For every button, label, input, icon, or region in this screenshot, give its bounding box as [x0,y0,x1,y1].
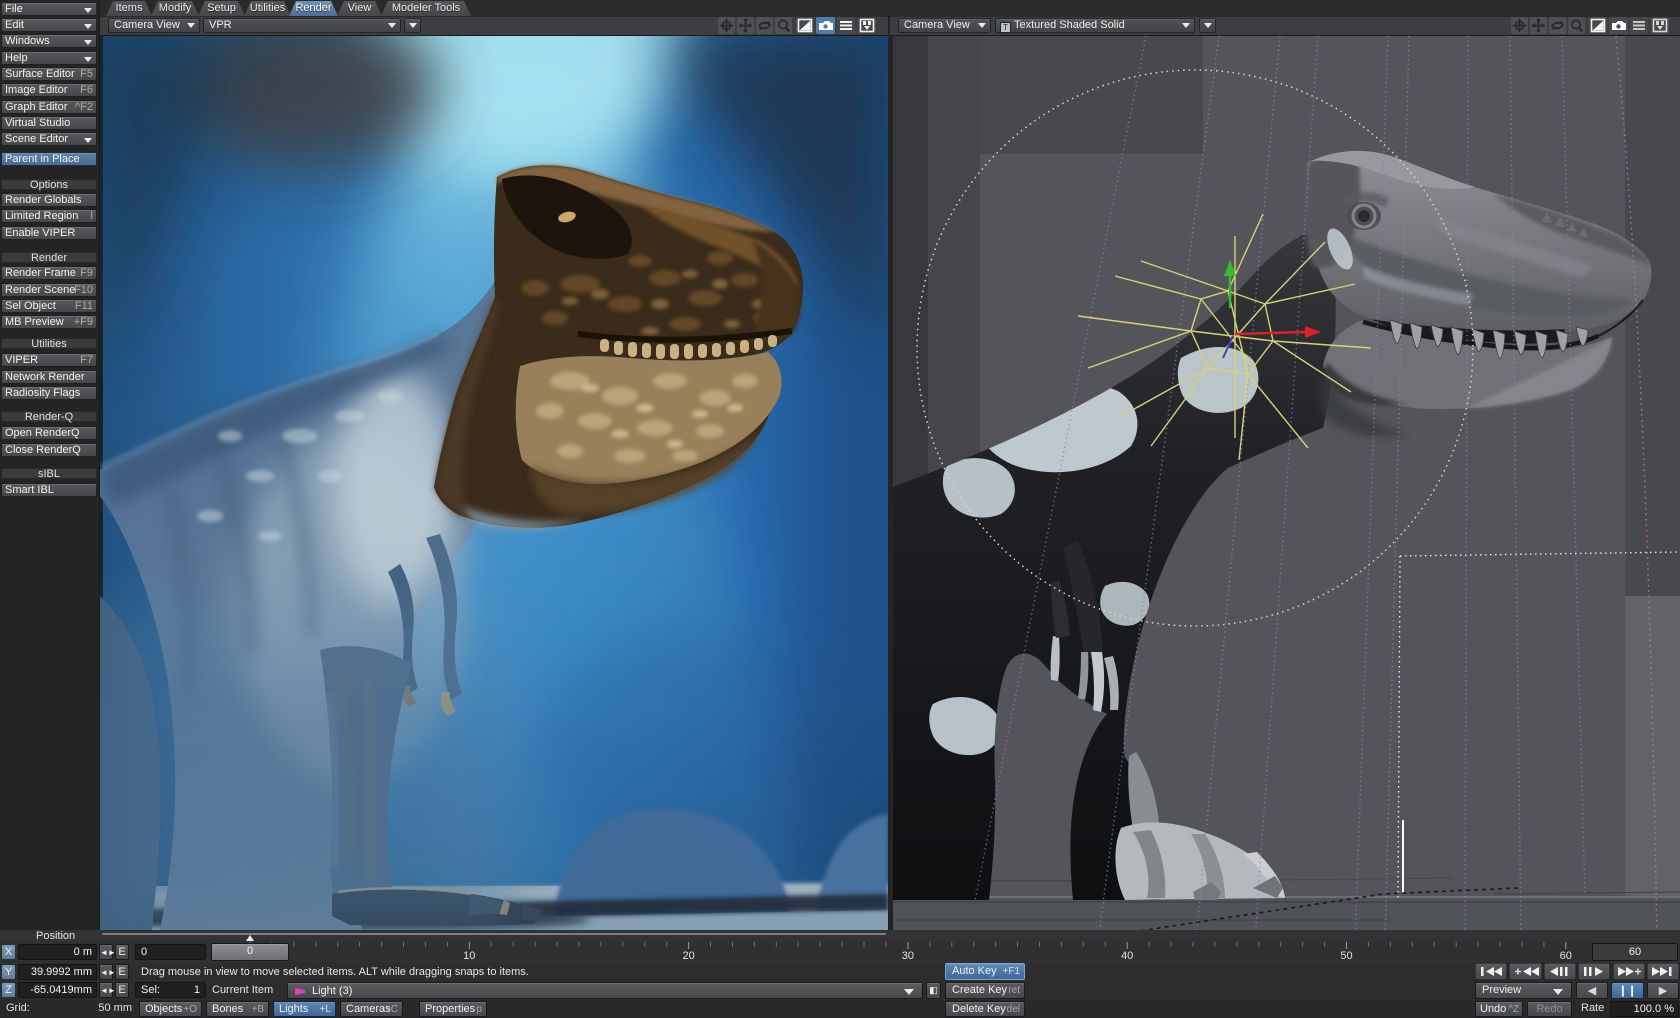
svg-text:40: 40 [1121,950,1133,962]
svg-text:60: 60 [1560,950,1572,962]
svg-text:20: 20 [682,950,694,962]
svg-text:30: 30 [902,950,914,962]
svg-text:50: 50 [1340,950,1352,962]
svg-text:10: 10 [463,950,475,962]
